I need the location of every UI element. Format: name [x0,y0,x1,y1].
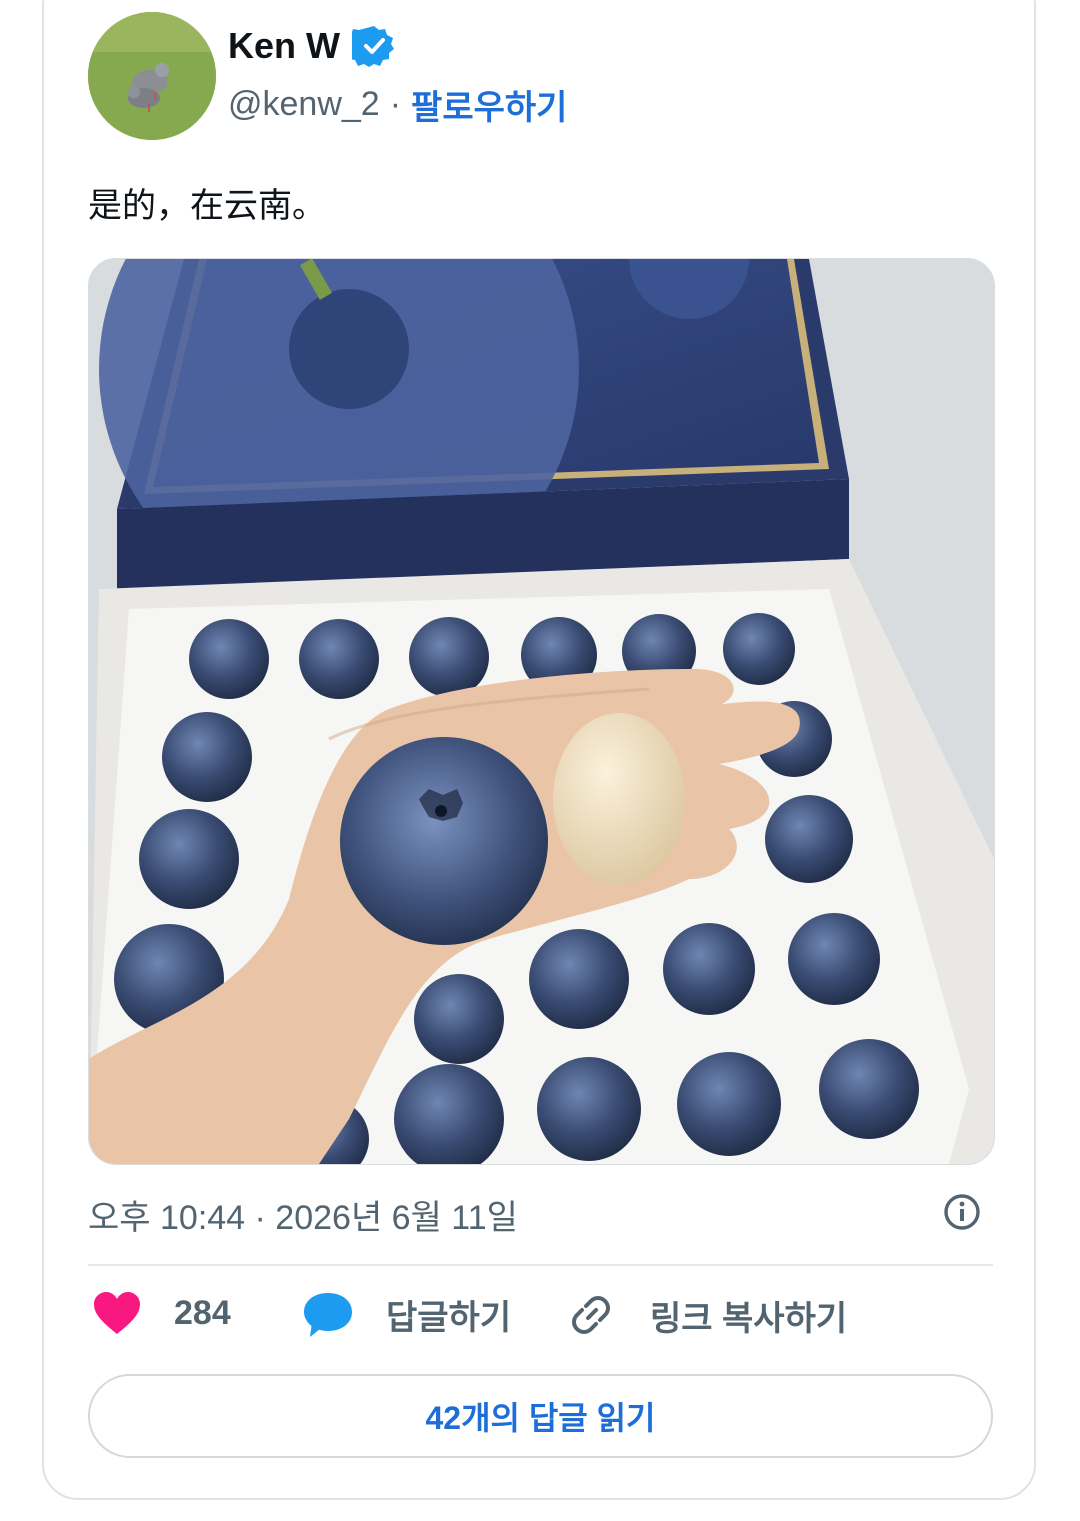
divider [88,1264,993,1266]
like-count: 284 [174,1293,231,1332]
copy-link-label: 링크 복사하기 [650,1299,848,1338]
link-icon [572,1296,610,1334]
copy-link-button[interactable]: 링크 복사하기 [566,1290,847,1340]
read-replies-button[interactable]: 42개의 답글 읽기 [88,1374,993,1458]
avatar[interactable] [88,12,216,140]
author-name[interactable]: Ken W [228,25,340,67]
reply-label: 답글하기 [386,1299,512,1337]
verified-badge-icon [352,26,394,67]
author-handle[interactable]: @kenw_2 [228,85,380,124]
info-icon[interactable] [942,1192,982,1232]
heart-icon [94,1292,140,1334]
tweet-actions: 284 답글하기 링크 복사하기 [88,1290,993,1352]
tweet-text: 是的，在云南。 [88,186,326,226]
avatar-photo [88,12,216,140]
speech-bubble-icon [304,1292,352,1337]
follow-button[interactable]: 팔로우하기 [411,80,567,129]
blueberry-box-photo [89,259,994,1164]
reply-button[interactable]: 답글하기 [302,1290,511,1339]
separator-dot: · [389,85,402,123]
tweet-timestamp[interactable]: 오후 10:44 · 2026년 6월 11일 [88,1190,518,1239]
tweet-photo[interactable] [88,258,995,1165]
like-button[interactable]: 284 [92,1290,231,1336]
author-handle-row: @kenw_2 · 팔로우하기 [228,80,567,129]
author-name-row: Ken W [228,24,396,68]
